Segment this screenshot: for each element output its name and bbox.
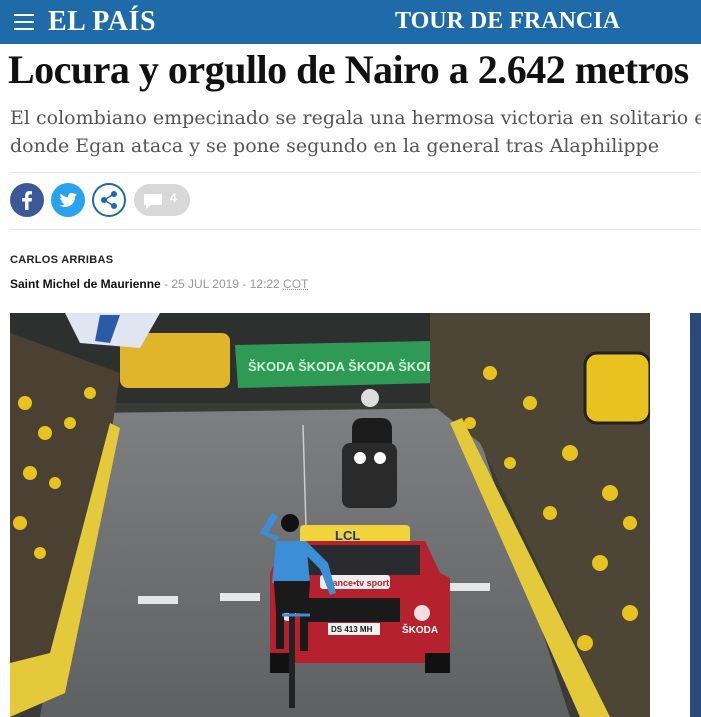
article-headline: Locura y orgullo de Nairo a 2.642 metros (8, 47, 689, 92)
next-photo-edge[interactable] (690, 313, 701, 717)
dateline-separator: - (160, 277, 172, 291)
lcl-text: LCL (335, 528, 360, 543)
menu-icon[interactable] (14, 14, 34, 30)
comment-count: 4 (170, 191, 177, 205)
car-sticker: france•tv sport (326, 578, 389, 588)
article-photo[interactable]: ŠKODA ŠKODA ŠKODA ŠKODA LCL france•tv sp… (10, 313, 650, 717)
license-plate: DS 413 MH (331, 625, 373, 634)
site-logo[interactable]: EL PAÍS (48, 6, 156, 38)
dateline: Saint Michel de Maurienne - 25 JUL 2019 … (10, 277, 308, 291)
car-brand: ŠKODA (402, 623, 438, 636)
banner-text: ŠKODA ŠKODA ŠKODA ŠKODA (248, 359, 446, 374)
dateline-place: Saint Michel de Maurienne (10, 277, 161, 291)
timezone: COT (283, 277, 309, 291)
top-navigation-bar: EL PAÍS TOUR DE FRANCIA (0, 0, 701, 44)
divider (10, 172, 700, 173)
subtitle-line-2: donde Egan ataca y se pone segundo en la… (10, 135, 659, 157)
publish-date: 25 JUL 2019 - 12:22 (171, 277, 280, 291)
facebook-share-button[interactable] (10, 183, 44, 217)
comment-icon (144, 194, 162, 209)
subtitle-line-1: El colombiano empecinado se regala una h… (10, 107, 701, 129)
twitter-icon (59, 192, 77, 207)
divider (10, 229, 700, 230)
article-subtitle: El colombiano empecinado se regala una h… (10, 104, 701, 160)
author-name[interactable]: CARLOS ARRIBAS (10, 254, 113, 266)
cyclist-finish-photo: ŠKODA ŠKODA ŠKODA ŠKODA LCL france•tv sp… (10, 313, 650, 717)
comments-button[interactable]: 4 (134, 184, 190, 216)
share-button[interactable] (92, 183, 126, 217)
section-title[interactable]: TOUR DE FRANCIA (395, 8, 620, 35)
share-icon (101, 191, 117, 209)
facebook-icon (22, 191, 32, 210)
twitter-share-button[interactable] (51, 183, 85, 217)
